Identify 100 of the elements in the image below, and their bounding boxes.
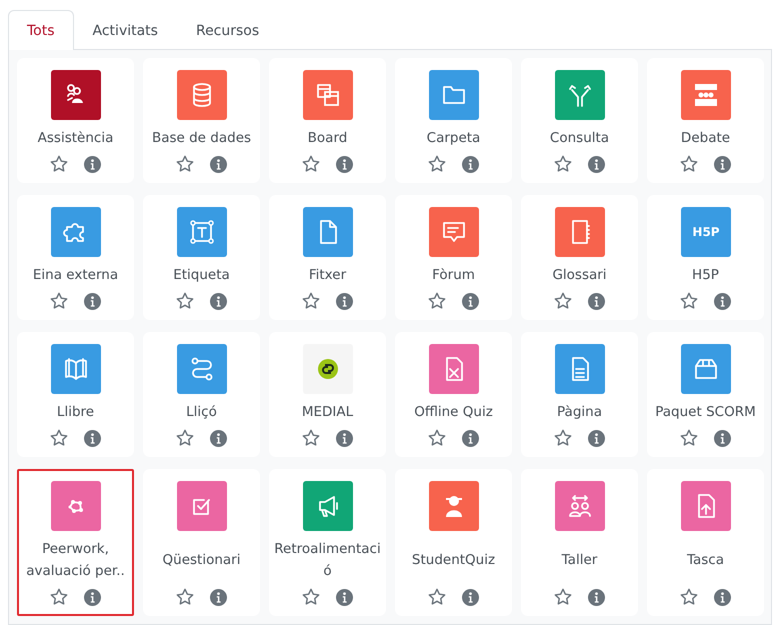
- info-icon[interactable]: [210, 588, 227, 606]
- module-label: Llibre: [56, 403, 94, 422]
- star-icon[interactable]: [302, 588, 320, 606]
- module-label: Carpeta: [426, 129, 480, 148]
- module-label: Lliçó: [186, 403, 217, 422]
- star-icon[interactable]: [302, 429, 320, 447]
- star-icon[interactable]: [176, 155, 194, 173]
- module-card[interactable]: Carpeta: [395, 58, 512, 183]
- star-icon[interactable]: [428, 429, 446, 447]
- module-card[interactable]: Offline Quiz: [395, 332, 512, 457]
- star-icon[interactable]: [554, 429, 572, 447]
- info-icon[interactable]: [462, 588, 479, 606]
- module-label: Peerwork, avaluació per..: [25, 540, 126, 581]
- module-label: Taller: [562, 551, 598, 570]
- module-card[interactable]: Peerwork, avaluació per..: [17, 469, 134, 616]
- module-card[interactable]: Llibre: [17, 332, 134, 457]
- star-icon[interactable]: [554, 292, 572, 310]
- star-icon[interactable]: [176, 588, 194, 606]
- module-card[interactable]: Debate: [647, 58, 764, 183]
- module-card[interactable]: Base de dades: [143, 58, 260, 183]
- star-icon[interactable]: [428, 292, 446, 310]
- info-icon[interactable]: [84, 430, 101, 446]
- info-icon[interactable]: [84, 588, 101, 606]
- star-icon[interactable]: [50, 588, 68, 606]
- star-icon[interactable]: [680, 429, 698, 447]
- module-label: Paquet SCORM: [655, 403, 756, 422]
- star-icon[interactable]: [50, 429, 68, 447]
- info-icon[interactable]: [588, 156, 605, 172]
- module-label: Etiqueta: [173, 266, 230, 285]
- module-card[interactable]: Etiqueta: [143, 195, 260, 320]
- module-card[interactable]: Tasca: [647, 469, 764, 616]
- star-icon[interactable]: [176, 429, 194, 447]
- info-icon[interactable]: [84, 156, 101, 172]
- module-label: Consulta: [550, 129, 610, 148]
- module-label: Base de dades: [152, 129, 252, 148]
- module-card[interactable]: MEDIAL: [269, 332, 386, 457]
- star-icon[interactable]: [176, 292, 194, 310]
- module-card[interactable]: Assistència: [17, 58, 134, 183]
- info-icon[interactable]: [588, 588, 605, 606]
- info-icon[interactable]: [210, 430, 227, 446]
- star-icon[interactable]: [302, 292, 320, 310]
- info-icon[interactable]: [336, 588, 353, 606]
- module-label: Pàgina: [557, 403, 602, 422]
- module-card[interactable]: Paquet SCORM: [647, 332, 764, 457]
- star-icon[interactable]: [554, 155, 572, 173]
- star-icon[interactable]: [50, 292, 68, 310]
- module-card[interactable]: Glossari: [521, 195, 638, 320]
- module-label: Tasca: [686, 551, 724, 570]
- star-icon[interactable]: [680, 155, 698, 173]
- module-label: Offline Quiz: [414, 403, 493, 422]
- module-label: Glossari: [552, 266, 607, 285]
- module-card[interactable]: Taller: [521, 469, 638, 616]
- info-icon[interactable]: [462, 430, 479, 446]
- tab[interactable]: Recursos: [176, 10, 278, 50]
- info-icon[interactable]: [714, 588, 731, 606]
- info-icon[interactable]: [462, 156, 479, 172]
- module-label: Fitxer: [308, 266, 346, 285]
- module-label: Board: [308, 129, 348, 148]
- module-label: Qüestionari: [162, 551, 240, 570]
- info-icon[interactable]: [210, 156, 227, 172]
- module-card[interactable]: StudentQuiz: [395, 469, 512, 616]
- logo-icon: H5P: [680, 207, 730, 257]
- info-icon[interactable]: [210, 292, 227, 310]
- star-icon[interactable]: [428, 155, 446, 173]
- info-icon[interactable]: [336, 430, 353, 446]
- star-icon[interactable]: [680, 588, 698, 606]
- star-icon[interactable]: [554, 588, 572, 606]
- module-label: Debate: [680, 129, 730, 148]
- info-icon[interactable]: [336, 156, 353, 172]
- module-card[interactable]: Retroalimentació: [269, 469, 386, 616]
- module-card[interactable]: Lliçó: [143, 332, 260, 457]
- tab[interactable]: Tots: [8, 10, 74, 50]
- module-card[interactable]: Fitxer: [269, 195, 386, 320]
- info-icon[interactable]: [714, 156, 731, 172]
- module-label: MEDIAL: [302, 403, 354, 422]
- module-card[interactable]: H5P H5P: [647, 195, 764, 320]
- info-icon[interactable]: [588, 430, 605, 446]
- module-card[interactable]: Fòrum: [395, 195, 512, 320]
- module-label: Retroalimentació: [273, 540, 382, 581]
- module-card[interactable]: Eina externa: [17, 195, 134, 320]
- module-card[interactable]: Board: [269, 58, 386, 183]
- module-label: H5P: [692, 266, 719, 285]
- info-icon[interactable]: [462, 292, 479, 310]
- tab[interactable]: Activitats: [74, 10, 177, 50]
- star-icon[interactable]: [302, 155, 320, 173]
- module-label: Assistència: [38, 129, 114, 148]
- module-label: StudentQuiz: [412, 551, 496, 570]
- info-icon[interactable]: [84, 292, 101, 310]
- star-icon[interactable]: [50, 155, 68, 173]
- module-label: Eina externa: [32, 266, 118, 285]
- info-icon[interactable]: [588, 292, 605, 310]
- info-icon[interactable]: [714, 430, 731, 446]
- star-icon[interactable]: [428, 588, 446, 606]
- module-card[interactable]: Qüestionari: [143, 469, 260, 616]
- module-card[interactable]: Consulta: [521, 58, 638, 183]
- module-label: Fòrum: [432, 266, 475, 285]
- star-icon[interactable]: [680, 292, 698, 310]
- info-icon[interactable]: [336, 292, 353, 310]
- info-icon[interactable]: [714, 292, 731, 310]
- module-card[interactable]: Pàgina: [521, 332, 638, 457]
